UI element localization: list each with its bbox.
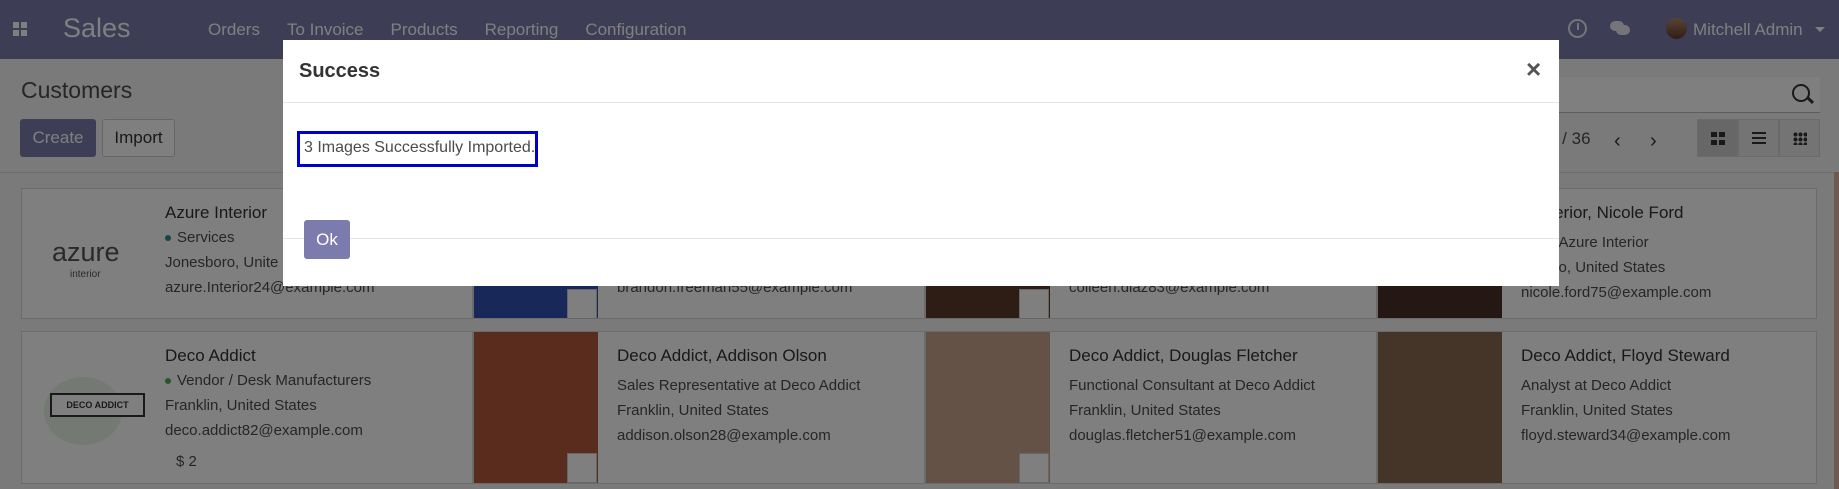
dialog-title: Success <box>299 60 381 82</box>
success-message: 3 Images Successfully Imported. <box>297 131 538 167</box>
success-dialog: Success × 3 Images Successfully Imported… <box>283 40 1559 286</box>
close-icon[interactable]: × <box>1526 54 1541 85</box>
ok-button[interactable]: Ok <box>304 220 350 259</box>
dialog-header: Success × <box>283 40 1559 103</box>
dialog-body: 3 Images Successfully Imported. <box>283 103 1559 239</box>
